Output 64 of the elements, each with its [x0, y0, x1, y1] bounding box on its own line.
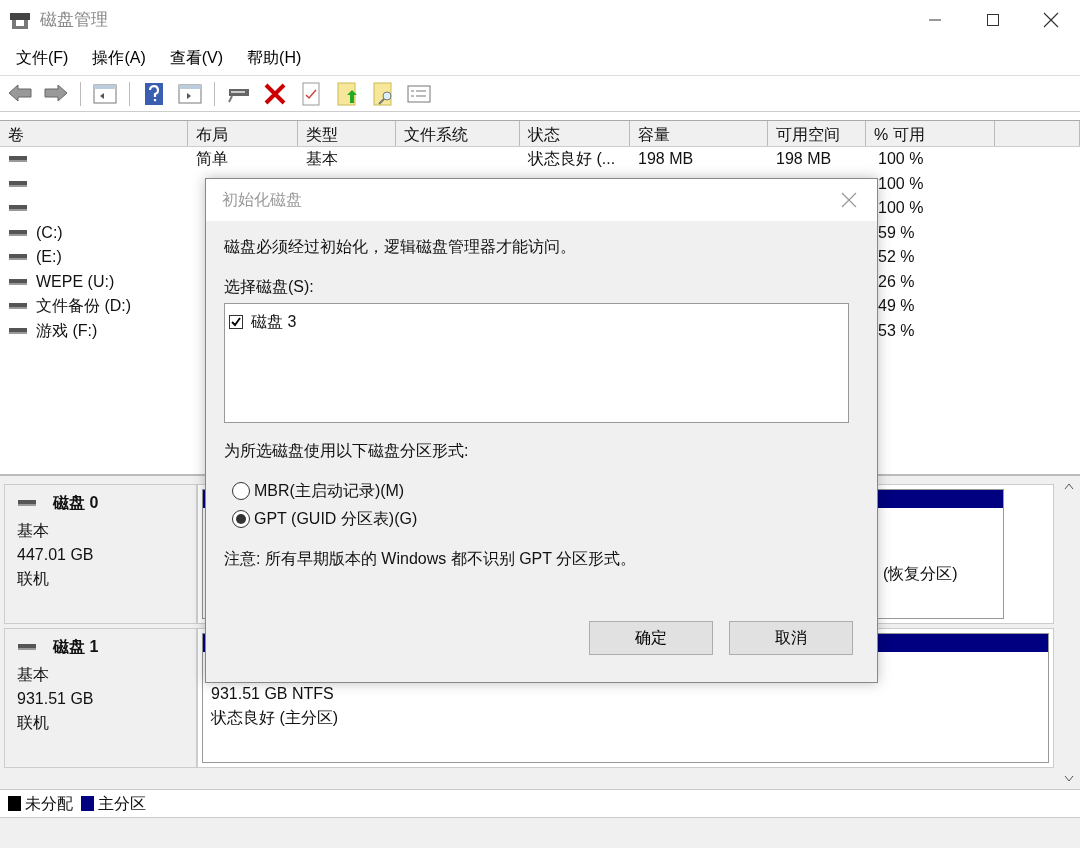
disk-status: 联机	[17, 713, 50, 733]
dialog-title: 初始化磁盘	[222, 190, 302, 210]
close-icon	[841, 192, 857, 208]
table-cell-text: 52 %	[878, 247, 915, 268]
disk-list-item[interactable]: 磁盘 3	[251, 310, 297, 334]
radio-label[interactable]: MBR(主启动记录)(M)	[254, 479, 405, 503]
legend-label: 未分配	[25, 793, 73, 814]
column-header[interactable]: % 可用	[866, 121, 995, 146]
column-header[interactable]: 卷	[0, 121, 188, 146]
table-cell-text: 59 %	[878, 222, 915, 243]
radio-button[interactable]	[232, 510, 250, 528]
table-cell-text: 文件备份 (D:)	[36, 296, 132, 317]
maximize-icon	[986, 13, 1000, 27]
table-cell-text: WEPE (U:)	[36, 271, 115, 292]
partition-text: 931.51 GB NTFS	[211, 684, 335, 704]
table-cell-text: 198 MB	[638, 149, 694, 170]
column-header[interactable]: 布局	[188, 121, 298, 146]
table-cell-text: (E:)	[36, 247, 62, 268]
check-icon	[230, 316, 242, 328]
scroll-down-icon	[1064, 775, 1074, 783]
table-cell-text: 状态良好 (...	[528, 149, 616, 170]
menu-item[interactable]: 帮助(H)	[235, 45, 314, 70]
legend-label: 主分区	[98, 793, 146, 814]
checkbox[interactable]	[229, 315, 243, 329]
ok-button[interactable]: 确定	[589, 621, 713, 655]
column-header[interactable]: 状态	[520, 121, 630, 146]
dialog-message: 磁盘必须经过初始化，逻辑磁盘管理器才能访问。	[224, 237, 577, 257]
menu-item[interactable]: 查看(V)	[157, 45, 236, 70]
table-cell-text: 基本	[306, 149, 338, 170]
table-cell-text: (C:)	[36, 222, 63, 243]
scroll-up-icon	[1064, 482, 1074, 490]
radio-button[interactable]	[232, 482, 250, 500]
table-cell-text: 100 %	[878, 198, 924, 219]
column-header[interactable]: 文件系统	[396, 121, 520, 146]
cancel-button[interactable]: 取消	[729, 621, 853, 655]
disk-size: 447.01 GB	[17, 545, 95, 565]
table-cell-text: 100 %	[878, 173, 924, 194]
menu-item[interactable]: 文件(F)	[4, 45, 81, 70]
folder-up-icon	[334, 80, 360, 107]
note-text: 注意: 所有早期版本的 Windows 都不识别 GPT 分区形式。	[224, 549, 638, 569]
table-cell-text: 100 %	[878, 149, 924, 170]
column-header[interactable]: 可用空间	[768, 121, 866, 146]
table-cell-text: 简单	[196, 149, 228, 170]
partition-style-label: 为所选磁盘使用以下磁盘分区形式:	[224, 441, 470, 461]
table-cell-text: 49 %	[878, 296, 915, 317]
table-cell-text: 26 %	[878, 271, 915, 292]
select-disk-label: 选择磁盘(S):	[224, 277, 315, 297]
menu-item[interactable]: 操作(A)	[80, 45, 158, 70]
disk-status: 联机	[17, 569, 50, 589]
column-header[interactable]: 容量	[630, 121, 768, 146]
column-header[interactable]: 类型	[298, 121, 396, 146]
partition-text: 状态良好 (主分区)	[211, 708, 340, 728]
table-cell-text: 198 MB	[776, 149, 832, 170]
disk-size: 931.51 GB	[17, 689, 95, 709]
radio-label[interactable]: GPT (GUID 分区表)(G)	[254, 507, 418, 531]
disk-type: 基本	[17, 521, 50, 541]
table-cell-text: 游戏 (F:)	[36, 320, 98, 341]
disk-type: 基本	[17, 665, 50, 685]
disk-name: 磁盘 0	[53, 493, 99, 513]
window-title: 磁盘管理	[40, 9, 108, 32]
partition-text: (恢复分区)	[883, 564, 959, 584]
disk-name: 磁盘 1	[53, 637, 99, 657]
table-cell-text: 53 %	[878, 320, 915, 341]
close-icon	[1043, 12, 1059, 28]
